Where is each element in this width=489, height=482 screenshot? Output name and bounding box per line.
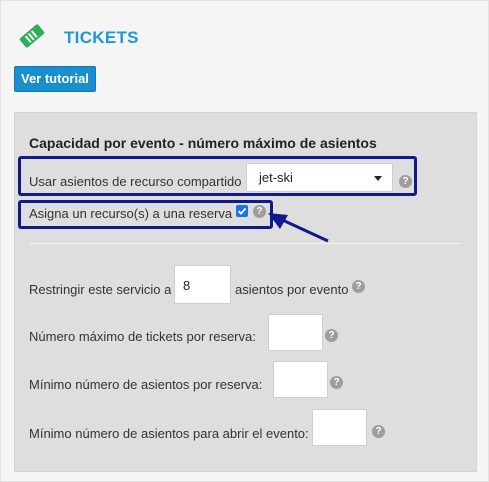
divider	[29, 243, 461, 244]
seats-per-event-value: 8	[183, 278, 191, 293]
max-tickets-input[interactable]	[268, 314, 323, 351]
restrict-label-before: Restringir este servicio a	[29, 282, 172, 297]
min-seats-label: Mínimo número de asientos por reserva:	[29, 377, 263, 392]
min-seats-input[interactable]	[273, 361, 328, 398]
help-icon[interactable]: ?	[399, 175, 412, 188]
min-open-label: Mínimo número de asientos para abrir el …	[29, 426, 309, 441]
page-title: TICKETS	[64, 28, 139, 47]
help-icon[interactable]: ?	[372, 425, 385, 438]
help-icon[interactable]: ?	[325, 329, 338, 342]
shared-resource-select[interactable]: jet-ski	[246, 163, 393, 192]
capacity-panel: Capacidad por evento - número máximo de …	[14, 112, 477, 472]
panel-title: Capacidad por evento - número máximo de …	[29, 135, 377, 151]
max-tickets-label: Número máximo de tickets por reserva:	[29, 329, 256, 344]
min-open-input[interactable]	[312, 409, 367, 446]
seats-per-event-input[interactable]: 8	[174, 265, 231, 304]
shared-resource-value: jet-ski	[259, 170, 293, 185]
tutorial-button[interactable]: Ver tutorial	[14, 66, 96, 92]
chevron-down-icon	[374, 176, 382, 181]
check-icon	[237, 207, 247, 215]
ticket-icon	[19, 24, 45, 48]
assign-resource-label: Asigna un recurso(s) a una reserva	[29, 206, 233, 221]
annotation-arrow	[268, 213, 329, 243]
help-icon[interactable]: ?	[352, 280, 365, 293]
assign-resource-checkbox[interactable]	[236, 205, 248, 217]
help-icon[interactable]: ?	[330, 376, 343, 389]
restrict-label-after: asientos por evento	[235, 282, 349, 297]
shared-resource-label: Usar asientos de recurso compartido	[29, 174, 242, 189]
